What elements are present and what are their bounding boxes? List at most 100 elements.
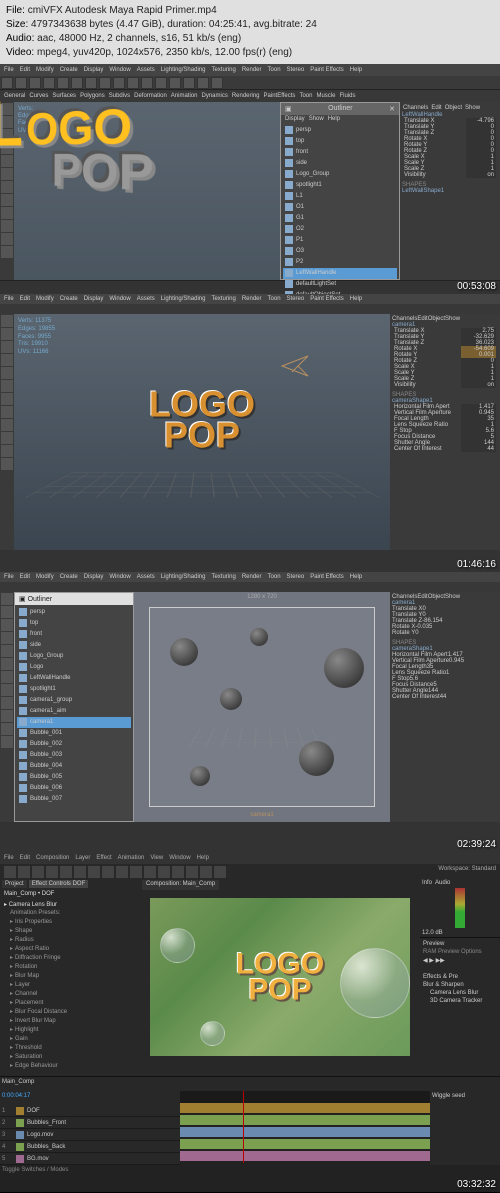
menu-lighting/shading[interactable]: Lighting/Shading — [161, 574, 206, 580]
menu-window[interactable]: Window — [169, 855, 190, 861]
expand-icon[interactable]: ▸ — [10, 1018, 13, 1024]
menu-lighting/shading[interactable]: Lighting/Shading — [161, 296, 206, 302]
outliner-item[interactable]: camera1_aim — [17, 706, 131, 717]
expand-icon[interactable]: ▸ — [10, 991, 13, 997]
attr-row[interactable]: Center Of Interest44 — [392, 694, 498, 700]
tool-button[interactable] — [1, 723, 13, 735]
outliner-item[interactable]: O3 — [283, 246, 397, 257]
tool-button[interactable] — [1, 328, 13, 340]
tool-button[interactable] — [113, 77, 125, 89]
outliner-menu-item[interactable]: Display — [285, 116, 305, 122]
tool-button[interactable] — [1, 736, 13, 748]
effect-property[interactable]: ▸Channel — [2, 989, 138, 998]
effect-property[interactable]: ▸Aspect Ratio — [2, 944, 138, 953]
outliner-item[interactable]: O2 — [283, 224, 397, 235]
outliner-item[interactable]: persp — [283, 125, 397, 136]
outliner-menu-item[interactable]: Help — [328, 116, 340, 122]
tool-button[interactable] — [4, 866, 16, 878]
tool-button[interactable] — [214, 866, 226, 878]
effect-property[interactable]: ▸Blur Focal Distance — [2, 1007, 138, 1016]
tool-button[interactable] — [57, 77, 69, 89]
attr-row[interactable]: Visibilityon — [402, 172, 498, 178]
tool-button[interactable] — [29, 77, 41, 89]
tool-button[interactable] — [71, 77, 83, 89]
menu-help[interactable]: Help — [350, 296, 362, 302]
expand-icon[interactable]: ▸ — [10, 937, 13, 943]
tool-button[interactable] — [1, 194, 13, 206]
tool-button[interactable] — [1, 406, 13, 418]
menu-stereo[interactable]: Stereo — [287, 296, 305, 302]
timeline-layer[interactable]: 1DOF — [0, 1105, 180, 1117]
menu-lighting/shading[interactable]: Lighting/Shading — [161, 67, 206, 73]
outliner-item[interactable]: Logo_Group — [283, 169, 397, 180]
menu-file[interactable]: File — [4, 574, 14, 580]
tool-button[interactable] — [1, 168, 13, 180]
tool-button[interactable] — [1, 671, 13, 683]
attr-value[interactable]: 44 — [461, 446, 496, 452]
menu-texturing[interactable]: Texturing — [211, 574, 235, 580]
tool-button[interactable] — [1, 632, 13, 644]
menu-toon[interactable]: Toon — [268, 296, 281, 302]
expand-icon[interactable]: ▸ — [10, 973, 13, 979]
menu-modify[interactable]: Modify — [36, 574, 54, 580]
effect-controls-panel[interactable]: ProjectEffect Controls DOF Main_Comp • D… — [0, 878, 140, 1076]
attr-value[interactable]: on — [466, 172, 496, 178]
tool-button[interactable] — [172, 866, 184, 878]
tool-button[interactable] — [46, 866, 58, 878]
effect-property[interactable]: ▸Invert Blur Map — [2, 1016, 138, 1025]
menu-stereo[interactable]: Stereo — [287, 67, 305, 73]
shelf-tab[interactable]: Curves — [29, 93, 48, 99]
expand-icon[interactable]: ▸ — [10, 1054, 13, 1060]
timeline[interactable] — [0, 550, 500, 572]
tool-button[interactable] — [197, 77, 209, 89]
outliner-list[interactable]: persptopfrontsideLogo_Groupspotlight1L1O… — [281, 123, 399, 303]
shelf-tab[interactable]: Polygons — [80, 93, 105, 99]
outliner-item[interactable]: camera1 — [17, 717, 131, 728]
timeline-layer[interactable]: 3Logo.mov — [0, 1129, 180, 1141]
timeline-layer[interactable]: 2Bubbles_Front — [0, 1117, 180, 1129]
layer-name[interactable]: DOF — [27, 1108, 178, 1114]
tool-button[interactable] — [169, 77, 181, 89]
effect-property[interactable]: ▸Diffraction Fringe — [2, 953, 138, 962]
shelf-tab[interactable]: Toon — [299, 93, 312, 99]
attr-value[interactable]: 1 — [446, 670, 449, 676]
outliner-item[interactable]: LeftWallHandle — [17, 673, 131, 684]
tool-button[interactable] — [18, 866, 30, 878]
layer-color-swatch[interactable] — [16, 1155, 24, 1163]
tool-button[interactable] — [155, 77, 167, 89]
info-tab[interactable]: Info — [422, 880, 432, 886]
tool-button[interactable] — [1, 432, 13, 444]
shelf-tab[interactable]: Fluids — [339, 93, 355, 99]
tool-button[interactable] — [158, 866, 170, 878]
audio-tab[interactable]: Audio — [435, 880, 450, 886]
tool-button[interactable] — [1, 606, 13, 618]
menu-assets[interactable]: Assets — [137, 296, 155, 302]
shelf-tab[interactable]: PaintEffects — [264, 93, 296, 99]
effect-property[interactable]: ▸Rotation — [2, 962, 138, 971]
tool-button[interactable] — [74, 866, 86, 878]
layer-bar[interactable] — [180, 1151, 430, 1161]
channel-box[interactable]: ChannelsEditObjectShow camera1 Translate… — [390, 592, 500, 822]
timeline-tab[interactable]: Main_Comp — [2, 1079, 34, 1089]
layer-name[interactable]: Logo.mov — [27, 1132, 178, 1138]
tool-button[interactable] — [43, 77, 55, 89]
attr-row[interactable]: Center Of Interest44 — [392, 446, 498, 452]
outliner-item[interactable]: Logo — [17, 662, 131, 673]
expand-icon[interactable]: ▸ — [10, 1027, 13, 1033]
menu-edit[interactable]: Edit — [20, 296, 30, 302]
layer-name[interactable]: Bubbles_Back — [27, 1144, 178, 1150]
tool-button[interactable] — [1, 233, 13, 245]
tool-button[interactable] — [1, 710, 13, 722]
menu-toon[interactable]: Toon — [268, 67, 281, 73]
tool-button[interactable] — [1, 697, 13, 709]
shelf-tab[interactable]: Animation — [171, 93, 198, 99]
tool-button[interactable] — [141, 77, 153, 89]
expand-icon[interactable]: ▸ — [10, 955, 13, 961]
tool-button[interactable] — [1, 341, 13, 353]
outliner-item[interactable]: side — [17, 640, 131, 651]
cb-tab[interactable]: Edit — [431, 105, 441, 111]
outliner-menu-item[interactable]: Show — [309, 116, 324, 122]
timeline-status[interactable]: Toggle Switches / Modes — [0, 1165, 500, 1175]
outliner-item[interactable]: defaultLightSet — [283, 279, 397, 290]
menu-composition[interactable]: Composition — [36, 855, 69, 861]
